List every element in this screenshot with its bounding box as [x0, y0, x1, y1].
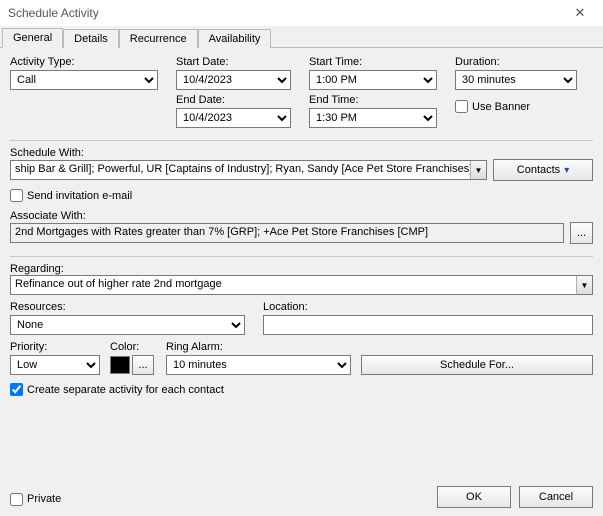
tab-panel-general: Activity Type: Call Start Date: 10/4/202…: [0, 48, 603, 404]
chevron-down-icon[interactable]: ▼: [576, 276, 592, 294]
ring-alarm-label: Ring Alarm:: [166, 341, 351, 353]
activity-type-label: Activity Type:: [10, 56, 158, 68]
end-time-select[interactable]: 1:30 PM: [309, 108, 437, 128]
tab-general[interactable]: General: [2, 28, 63, 48]
start-date-label: Start Date:: [176, 56, 291, 68]
start-date-select[interactable]: 10/4/2023: [176, 70, 291, 90]
regarding-value: Refinance out of higher rate 2nd mortgag…: [11, 276, 576, 294]
color-swatch[interactable]: [110, 356, 130, 374]
use-banner-label: Use Banner: [472, 101, 530, 113]
resources-label: Resources:: [10, 301, 245, 313]
color-label: Color:: [110, 341, 156, 353]
private-label: Private: [27, 493, 61, 505]
activity-type-select[interactable]: Call: [10, 70, 158, 90]
location-input[interactable]: [263, 315, 593, 335]
contacts-button[interactable]: Contacts▾: [493, 159, 593, 181]
create-separate-checkbox[interactable]: [10, 383, 23, 396]
tab-details[interactable]: Details: [63, 29, 119, 48]
color-browse-button[interactable]: ...: [132, 355, 154, 375]
schedule-with-combo[interactable]: ship Bar & Grill]; Powerful, UR [Captain…: [10, 160, 487, 180]
private-checkbox[interactable]: [10, 493, 23, 506]
tab-recurrence[interactable]: Recurrence: [119, 29, 198, 48]
schedule-with-value: ship Bar & Grill]; Powerful, UR [Captain…: [11, 161, 470, 179]
end-time-label: End Time:: [309, 94, 437, 106]
start-time-select[interactable]: 1:00 PM: [309, 70, 437, 90]
tab-availability[interactable]: Availability: [198, 29, 272, 48]
location-label: Location:: [263, 301, 593, 313]
cancel-button[interactable]: Cancel: [519, 486, 593, 508]
ok-button[interactable]: OK: [437, 486, 511, 508]
duration-select[interactable]: 30 minutes: [455, 70, 577, 90]
send-invitation-label: Send invitation e-mail: [27, 190, 132, 202]
end-date-label: End Date:: [176, 94, 291, 106]
window-title: Schedule Activity: [8, 6, 99, 20]
schedule-with-label: Schedule With:: [10, 147, 84, 159]
regarding-combo[interactable]: Refinance out of higher rate 2nd mortgag…: [10, 275, 593, 295]
title-bar: Schedule Activity ✕: [0, 0, 603, 26]
associate-browse-button[interactable]: ...: [570, 222, 593, 244]
duration-label: Duration:: [455, 56, 577, 68]
resources-select[interactable]: None: [10, 315, 245, 335]
associate-with-field[interactable]: 2nd Mortgages with Rates greater than 7%…: [10, 223, 564, 243]
dialog-footer: Private OK Cancel: [10, 486, 593, 508]
close-icon[interactable]: ✕: [565, 2, 595, 24]
associate-with-label: Associate With:: [10, 210, 86, 222]
tab-strip: General Details Recurrence Availability: [0, 26, 603, 48]
start-time-label: Start Time:: [309, 56, 437, 68]
chevron-down-icon[interactable]: ▼: [470, 161, 486, 179]
create-separate-label: Create separate activity for each contac…: [27, 384, 224, 396]
use-banner-checkbox[interactable]: [455, 100, 468, 113]
priority-label: Priority:: [10, 341, 100, 353]
regarding-label: Regarding:: [10, 263, 64, 275]
end-date-select[interactable]: 10/4/2023: [176, 108, 291, 128]
send-invitation-checkbox[interactable]: [10, 189, 23, 202]
priority-select[interactable]: Low: [10, 355, 100, 375]
ring-alarm-select[interactable]: 10 minutes: [166, 355, 351, 375]
schedule-for-button[interactable]: Schedule For...: [361, 355, 593, 375]
chevron-down-icon: ▾: [564, 165, 569, 176]
